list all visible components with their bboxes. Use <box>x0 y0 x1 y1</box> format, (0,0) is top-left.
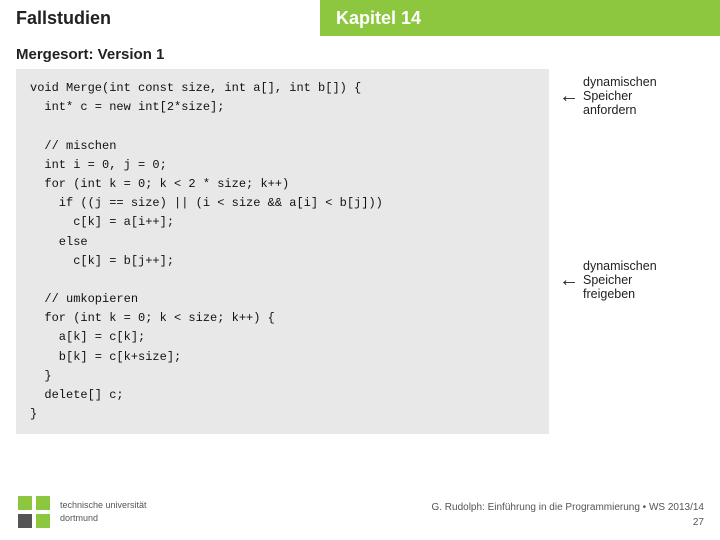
code-line-12: a[k] = c[k]; <box>30 328 535 347</box>
code-line-16: } <box>30 405 535 424</box>
code-line-10: // umkopieren <box>30 290 535 309</box>
code-line-13: b[k] = c[k+size]; <box>30 348 535 367</box>
footer: technische universität dortmund G. Rudol… <box>0 494 720 530</box>
code-line-6: if ((j == size) || (i < size && a[i] < b… <box>30 194 535 213</box>
code-line-7: c[k] = a[i++]; <box>30 213 535 232</box>
header-right: Kapitel 14 <box>320 0 720 36</box>
tu-logo-icon <box>16 494 52 530</box>
annotation-top: ← dynamischen Speicher anfordern <box>559 75 704 119</box>
code-line-9: c[k] = b[j++]; <box>30 252 535 271</box>
arrow-bottom-icon: ← <box>559 270 579 290</box>
subtitle: Mergesort: Version 1 <box>0 36 720 69</box>
arrow-top-icon: ← <box>559 86 579 106</box>
code-section: void Merge(int const size, int a[], int … <box>16 69 704 434</box>
code-line-15: delete[] c; <box>30 386 535 405</box>
code-line-blank-2 <box>30 271 535 290</box>
annotations-column: ← dynamischen Speicher anfordern ← dynam… <box>549 69 704 301</box>
fallstudien-title: Fallstudien <box>16 8 111 29</box>
code-line-1: void Merge(int const size, int a[], int … <box>30 79 535 98</box>
code-line-blank-1 <box>30 117 535 136</box>
code-line-2: int* c = new int[2*size]; <box>30 98 535 117</box>
header-left: Fallstudien <box>0 0 320 36</box>
code-line-11: for (int k = 0; k < size; k++) { <box>30 309 535 328</box>
footer-logo-area: technische universität dortmund <box>16 494 147 530</box>
code-line-3: // mischen <box>30 137 535 156</box>
annotation-bottom: ← dynamischen Speicher freigeben <box>559 259 704 301</box>
annotation-top-text: dynamischen Speicher anfordern <box>583 75 657 117</box>
kapitel-title: Kapitel 14 <box>336 8 421 29</box>
code-block: void Merge(int const size, int a[], int … <box>16 69 549 434</box>
page-header: Fallstudien Kapitel 14 <box>0 0 720 36</box>
code-line-4: int i = 0, j = 0; <box>30 156 535 175</box>
code-line-14: } <box>30 367 535 386</box>
annotation-bottom-text: dynamischen Speicher freigeben <box>583 259 657 301</box>
code-line-8: else <box>30 233 535 252</box>
code-line-5: for (int k = 0; k < 2 * size; k++) <box>30 175 535 194</box>
footer-reference: G. Rudolph: Einführung in die Programmie… <box>431 500 704 530</box>
footer-university-text: technische universität dortmund <box>60 499 147 524</box>
